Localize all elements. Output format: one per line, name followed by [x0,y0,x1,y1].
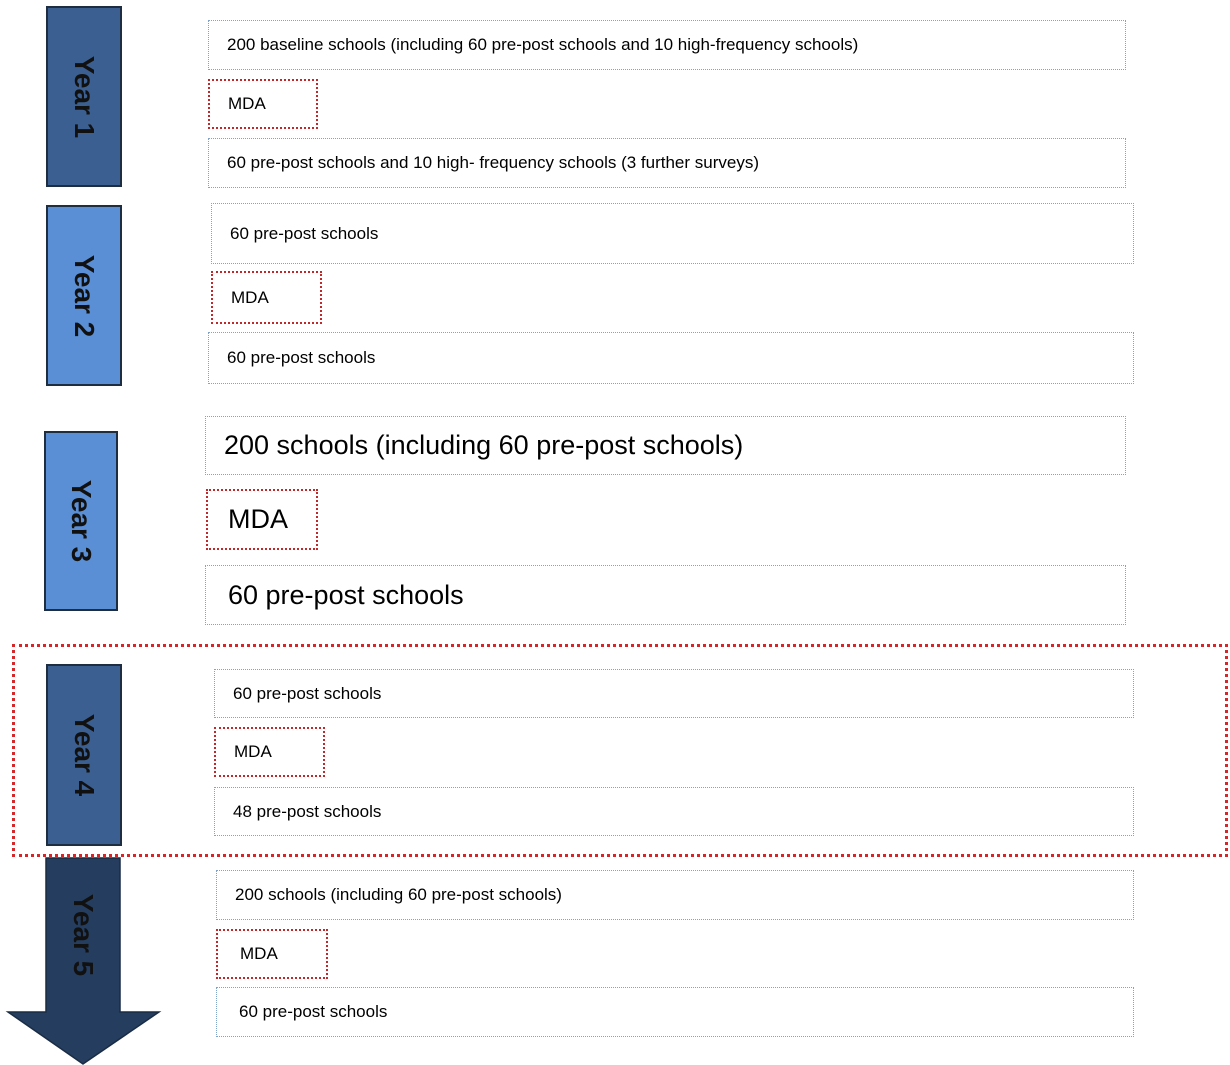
year-4-mda: MDA [214,727,325,777]
year-1-mda: MDA [208,79,318,129]
year-3-mda: MDA [206,489,318,550]
year-5-label: Year 5 [68,893,99,977]
year-2-post-survey: 60 pre-post schools [208,332,1134,384]
year-3-post-survey: 60 pre-post schools [205,565,1126,625]
year-2-pre-survey: 60 pre-post schools [211,203,1134,264]
year-2-mda: MDA [211,271,322,324]
year-1-followup-survey: 60 pre-post schools and 10 high- frequen… [208,138,1126,188]
year-5-pre-survey: 200 schools (including 60 pre-post schoo… [216,870,1134,920]
year-5-label-wrap: Year 5 [46,858,120,1012]
year-5-post-survey: 60 pre-post schools [216,987,1134,1037]
year-1-baseline-survey: 200 baseline schools (including 60 pre-p… [208,20,1126,70]
year-5-mda: MDA [216,929,328,979]
year-3-pre-survey: 200 schools (including 60 pre-post schoo… [205,416,1126,475]
year-4-post-survey: 48 pre-post schools [214,787,1134,836]
year-4-pre-survey: 60 pre-post schools [214,669,1134,718]
